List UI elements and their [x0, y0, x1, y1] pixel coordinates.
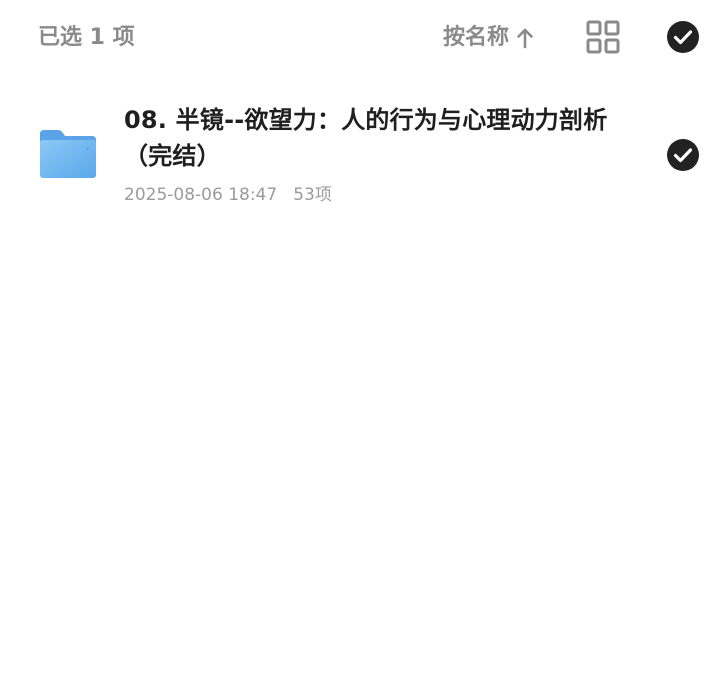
sort-label: 按名称 [443, 25, 510, 50]
grid-view-icon[interactable] [586, 20, 620, 54]
file-date: 2025-08-06 18:47 [124, 185, 278, 205]
selection-count: 已选 1 项 [38, 25, 135, 50]
file-item-count: 53项 [293, 185, 332, 205]
file-list-item[interactable]: 08. 半镜--欲望力：人的行为与心理动力剖析（完结） 2025-08-06 1… [0, 90, 714, 220]
arrow-up-icon [517, 28, 533, 49]
sort-by-name-button[interactable]: 按名称 [443, 22, 535, 54]
file-name: 08. 半镜--欲望力：人的行为与心理动力剖析（完结） [124, 106, 608, 170]
folder-icon [40, 130, 96, 178]
file-meta: 2025-08-06 18:47 53项 [124, 182, 332, 208]
row-selected-check-icon[interactable] [666, 138, 700, 172]
select-all-check-icon[interactable] [666, 20, 700, 54]
toolbar-header: 已选 1 项 按名称 [0, 0, 714, 78]
